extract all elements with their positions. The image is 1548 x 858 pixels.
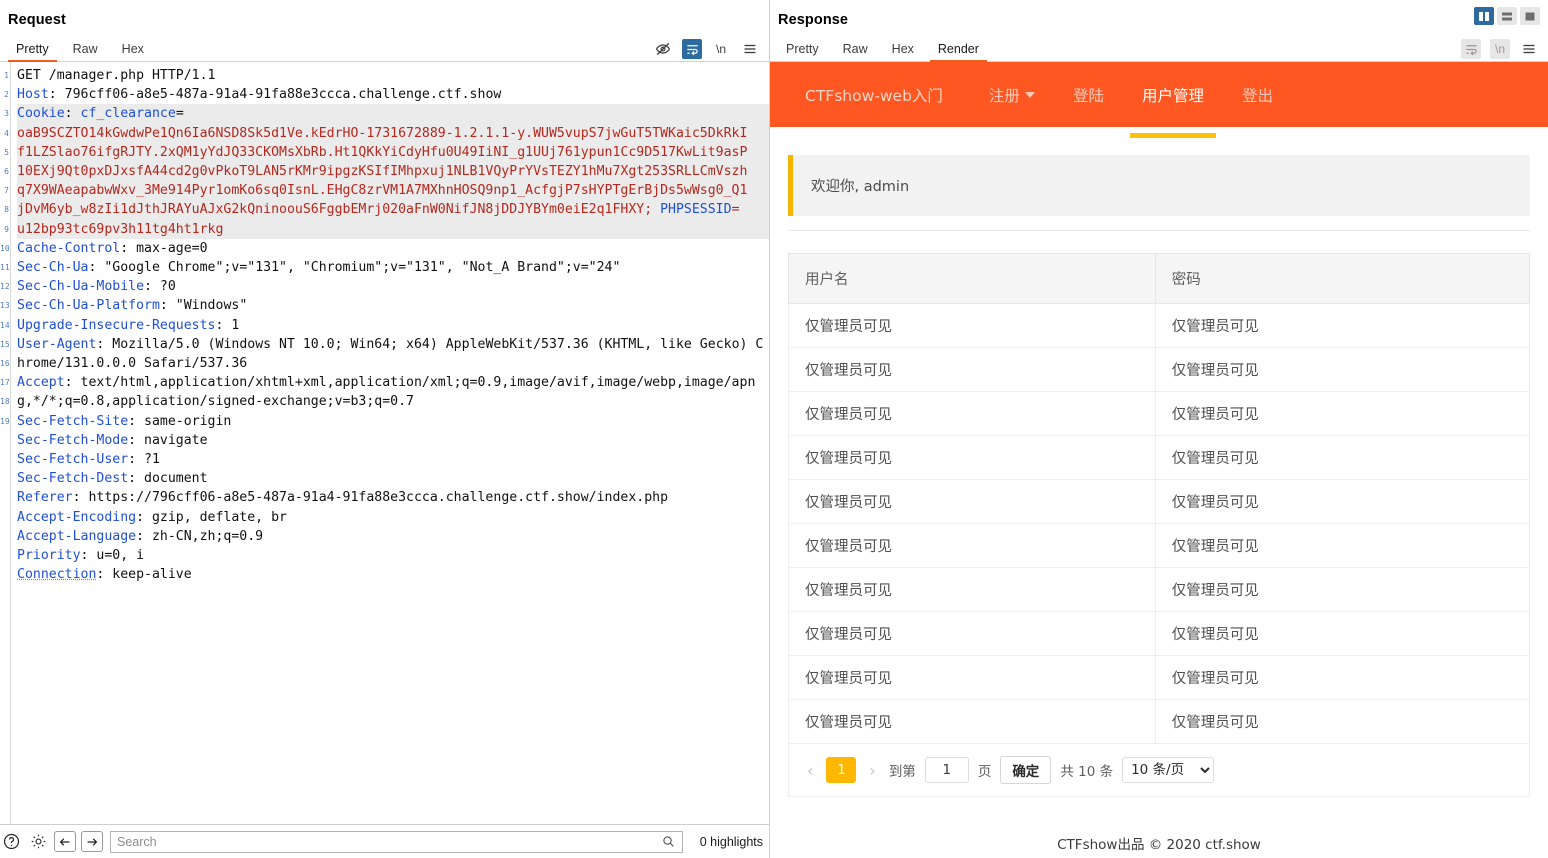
tab-request-pretty[interactable]: Pretty — [4, 39, 61, 61]
cell-password: 仅管理员可见 — [1155, 436, 1529, 480]
table-header-row: 用户名 密码 — [789, 254, 1530, 304]
table-row: 仅管理员可见仅管理员可见 — [789, 304, 1530, 348]
request-tabstrip: Pretty Raw Hex — [0, 36, 769, 62]
layout-toggle-group — [1474, 7, 1540, 25]
site-navbar: CTFshow-web入门 注册 登陆 用户管理 登出 — [770, 62, 1548, 127]
search-icon[interactable] — [655, 835, 682, 848]
request-raw-text[interactable]: GET /manager.php HTTP/1.1Host: 796cff06-… — [11, 62, 769, 824]
column-header-username: 用户名 — [789, 254, 1156, 304]
cell-username: 仅管理员可见 — [789, 348, 1156, 392]
line-number-gutter: 12345678910111213141516171819 — [0, 62, 11, 824]
request-tool-icons: \n — [653, 39, 769, 61]
users-table: 用户名 密码 仅管理员可见仅管理员可见仅管理员可见仅管理员可见仅管理员可见仅管理… — [788, 253, 1530, 744]
cell-password: 仅管理员可见 — [1155, 656, 1529, 700]
render-viewport: CTFshow-web入门 注册 登陆 用户管理 登出 欢迎你, admin 用… — [770, 62, 1548, 858]
page-content: 欢迎你, admin 用户名 密码 仅管理员可见仅管理员可见仅管理员可见仅管理员… — [770, 155, 1548, 853]
menu-icon[interactable] — [1519, 39, 1539, 59]
response-panel: Response Pretty Raw Hex Render \n — [770, 0, 1548, 858]
chevron-left-icon[interactable]: ‹ — [803, 761, 817, 780]
tab-response-raw[interactable]: Raw — [831, 39, 880, 61]
cell-password: 仅管理员可见 — [1155, 392, 1529, 436]
page-footer: CTFshow出品 © 2020 ctf.show — [788, 797, 1530, 853]
menu-icon[interactable] — [740, 39, 760, 59]
request-panel: Request Pretty Raw Hex — [0, 0, 770, 858]
cell-username: 仅管理员可见 — [789, 656, 1156, 700]
table-row: 仅管理员可见仅管理员可见 — [789, 480, 1530, 524]
cell-password: 仅管理员可见 — [1155, 348, 1529, 392]
goto-page-label: 到第 — [889, 760, 916, 780]
chevron-right-icon[interactable]: › — [865, 761, 879, 780]
nav-item-label: 注册 — [989, 84, 1020, 106]
page-size-select[interactable]: 10 条/页20 条/页50 条/页100 条/页 — [1122, 757, 1214, 783]
table-row: 仅管理员可见仅管理员可见 — [789, 656, 1530, 700]
total-count-label: 共 10 条 — [1060, 760, 1113, 780]
gear-icon[interactable] — [27, 831, 49, 853]
nav-item-login[interactable]: 登陆 — [1071, 64, 1106, 126]
eye-slash-icon[interactable] — [653, 39, 673, 59]
table-row: 仅管理员可见仅管理员可见 — [789, 568, 1530, 612]
cell-password: 仅管理员可见 — [1155, 304, 1529, 348]
cell-password: 仅管理员可见 — [1155, 612, 1529, 656]
word-wrap-icon[interactable] — [1461, 39, 1481, 59]
search-field-wrapper[interactable] — [110, 831, 683, 853]
cell-username: 仅管理员可见 — [789, 480, 1156, 524]
page-unit-label: 页 — [978, 760, 992, 780]
nav-item-logout[interactable]: 登出 — [1240, 64, 1275, 126]
cell-password: 仅管理员可见 — [1155, 524, 1529, 568]
split-horizontal-icon[interactable] — [1497, 7, 1517, 25]
request-editor[interactable]: 12345678910111213141516171819 GET /manag… — [0, 62, 769, 824]
help-icon[interactable] — [0, 831, 22, 853]
cell-password: 仅管理员可见 — [1155, 700, 1529, 744]
chevron-down-icon — [1025, 92, 1035, 98]
search-input[interactable] — [111, 832, 655, 852]
table-row: 仅管理员可见仅管理员可见 — [789, 524, 1530, 568]
cell-password: 仅管理员可见 — [1155, 568, 1529, 612]
users-table-body: 仅管理员可见仅管理员可见仅管理员可见仅管理员可见仅管理员可见仅管理员可见仅管理员… — [789, 304, 1530, 744]
column-header-password: 密码 — [1155, 254, 1529, 304]
page-number-1[interactable]: 1 — [826, 757, 856, 783]
single-pane-icon[interactable] — [1520, 7, 1540, 25]
tab-response-hex[interactable]: Hex — [880, 39, 926, 61]
response-tabstrip: Pretty Raw Hex Render \n — [770, 36, 1548, 62]
split-vertical-icon[interactable] — [1474, 7, 1494, 25]
cell-username: 仅管理员可见 — [789, 392, 1156, 436]
search-forward-button[interactable] — [81, 831, 103, 852]
cell-username: 仅管理员可见 — [789, 568, 1156, 612]
newline-icon[interactable]: \n — [1490, 39, 1510, 59]
users-table-head: 用户名 密码 — [789, 254, 1530, 304]
goto-page-input[interactable] — [925, 757, 969, 783]
table-row: 仅管理员可见仅管理员可见 — [789, 392, 1530, 436]
burp-suite-window: Request Pretty Raw Hex — [0, 0, 1548, 858]
nav-item-user-management[interactable]: 用户管理 — [1140, 64, 1206, 126]
newline-icon[interactable]: \n — [711, 39, 731, 59]
content-divider — [788, 230, 1530, 231]
cell-username: 仅管理员可见 — [789, 524, 1156, 568]
search-back-button[interactable] — [54, 831, 76, 852]
navbar-brand[interactable]: CTFshow-web入门 — [805, 84, 943, 106]
request-panel-title: Request — [0, 0, 769, 36]
request-search-bar: 0 highlights — [0, 824, 769, 858]
request-scrollbar[interactable] — [765, 62, 769, 824]
cell-username: 仅管理员可见 — [789, 436, 1156, 480]
tab-response-render[interactable]: Render — [926, 39, 991, 61]
confirm-button[interactable]: 确定 — [1000, 756, 1051, 784]
welcome-alert: 欢迎你, admin — [788, 155, 1530, 216]
word-wrap-icon[interactable] — [682, 39, 702, 59]
table-row: 仅管理员可见仅管理员可见 — [789, 348, 1530, 392]
table-row: 仅管理员可见仅管理员可见 — [789, 700, 1530, 744]
cell-password: 仅管理员可见 — [1155, 480, 1529, 524]
table-row: 仅管理员可见仅管理员可见 — [789, 436, 1530, 480]
cell-username: 仅管理员可见 — [789, 304, 1156, 348]
response-panel-title: Response — [770, 0, 1548, 36]
tab-request-hex[interactable]: Hex — [110, 39, 156, 61]
nav-item-register[interactable]: 注册 — [987, 64, 1037, 126]
table-row: 仅管理员可见仅管理员可见 — [789, 612, 1530, 656]
tab-request-raw[interactable]: Raw — [61, 39, 110, 61]
response-tool-icons: \n — [1461, 39, 1548, 61]
highlights-count: 0 highlights — [700, 835, 763, 849]
cell-username: 仅管理员可见 — [789, 612, 1156, 656]
tab-response-pretty[interactable]: Pretty — [774, 39, 831, 61]
cell-username: 仅管理员可见 — [789, 700, 1156, 744]
pagination-bar: ‹ 1 › 到第 页 确定 共 10 条 10 条/页20 条/页50 条/页1… — [788, 744, 1530, 797]
